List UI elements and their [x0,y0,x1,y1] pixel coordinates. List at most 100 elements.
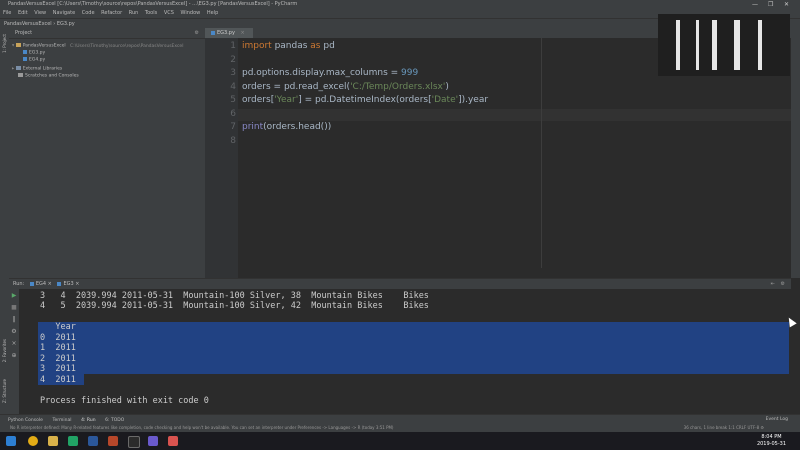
code-token: orders[ [242,95,275,105]
tree-root-path: C:\Users\Timothy\source\repos\PandasVers… [70,43,184,49]
code-token: import [242,41,272,51]
menu-run[interactable]: Run [129,9,139,18]
webcam-overlay [658,14,790,76]
menu-code[interactable]: Code [82,9,95,18]
code-token: pd.options.display.max_columns = [242,68,402,78]
menu-refactor[interactable]: Refactor [101,9,122,18]
console-line: 3 2011 [40,364,76,374]
tree-root-label: PandasVersusExcel [22,43,66,49]
settings-icon[interactable]: ⚙ [11,329,17,335]
code-token: pd [320,41,335,51]
right-margin-guide [541,38,542,268]
menu-view[interactable]: View [34,9,46,18]
windows-taskbar: 8:04 PM 2019-05-31 [0,432,800,450]
close-icon[interactable]: × [11,341,17,347]
current-line-highlight [238,108,791,121]
libraries-icon [15,66,21,70]
selection-highlight [38,342,789,353]
console-line: 2 2011 [40,353,76,364]
clock-time: 8:04 PM [761,434,782,440]
selection-highlight [38,363,789,374]
close-button[interactable]: ✕ [784,0,789,9]
console-line: 1 2011 [40,343,76,353]
favorites-tool-tab[interactable]: 2: Favorites [2,339,7,362]
line-number: 6 [230,108,236,119]
taskbar-clock[interactable]: 8:04 PM 2019-05-31 [757,434,786,448]
powerpoint-icon[interactable] [108,436,118,446]
structure-tool-tab[interactable]: Z: Structure [2,379,7,403]
project-panel: Project ⚙ ▾ PandasVersusExcel C:\Users\T… [9,28,206,278]
code-token: orders = pd.read_excel( [242,81,351,92]
menu-navigate[interactable]: Navigate [53,9,75,18]
line-number-gutter: 1 2 3 4 5 6 7 8 [205,38,239,278]
menu-file[interactable]: File [3,9,11,18]
line-number: 3 [230,68,236,78]
project-tool-tab[interactable]: 1: Project [2,34,7,53]
project-panel-header: Project ⚙ [9,28,205,39]
console-line: Process finished with exit code 0 [40,395,209,406]
tree-file-eg3[interactable]: EG3.py [23,50,45,56]
line-number: 5 [230,95,236,105]
python-file-icon [211,30,215,35]
folder-icon [15,43,21,47]
code-line[interactable]: print(orders.head()) [242,122,331,132]
code-token: as [310,41,321,51]
minimize-button[interactable]: — [752,0,758,9]
cursor-position[interactable]: 36 chars, 1 line break 1:1 CRLF UTF-8 ⚙ [684,424,764,432]
tree-scratches[interactable]: Scratches and Consoles [18,73,79,79]
app-icon[interactable] [168,436,178,446]
file-explorer-icon[interactable] [48,436,58,446]
python-file-icon [23,57,27,61]
pycharm-icon[interactable] [128,436,140,448]
menu-window[interactable]: Window [181,9,201,18]
rerun-icon[interactable]: ▶ [11,293,17,299]
close-tab-icon[interactable]: × [241,30,245,36]
menu-tools[interactable]: Tools [145,9,157,18]
stop-icon[interactable]: ■ [11,305,17,311]
code-line[interactable]: import pandas as pd [242,41,335,51]
project-panel-title[interactable]: Project [15,30,32,36]
pause-icon[interactable]: ‖ [11,317,17,323]
excel-icon[interactable] [68,436,78,446]
python-file-icon [29,281,34,286]
line-number: 8 [230,135,236,146]
chrome-icon[interactable] [28,436,38,446]
python-file-icon [57,281,62,286]
line-number: 4 [230,81,236,92]
code-token: pandas [271,41,311,51]
scratches-icon [18,73,23,77]
tree-root[interactable]: ▾ PandasVersusExcel C:\Users\Timothy\sou… [12,43,183,49]
title-bar: PandasVersusExcel [C:\Users\Timothy\sour… [0,0,800,9]
editor-tab-eg3[interactable]: EG3.py × [205,28,253,38]
window-title: PandasVersusExcel [C:\Users\Timothy\sour… [8,1,298,7]
code-token: ] = pd.DatetimeIndex(orders[ [298,95,432,105]
menu-help[interactable]: Help [207,9,218,18]
python-file-icon [23,50,27,54]
code-token: ]).year [458,95,489,105]
windows-start-icon[interactable] [6,436,16,446]
code-token: print [242,122,264,132]
settings-icon[interactable]: ⚙ [195,28,199,38]
breadcrumb[interactable]: PandasVersusExcel › EG3.py [4,21,75,27]
code-token: 999 [401,68,419,78]
code-token: 'Date' [431,95,459,105]
code-line[interactable]: orders = pd.read_excel('C:/Temp/Orders.x… [242,82,449,92]
code-token: 'Year' [274,95,299,105]
menu-vcs[interactable]: VCS [164,9,174,18]
console-line: 3 4 2039.994 2011-05-31 Mountain-100 Sil… [40,290,429,301]
selection-highlight [38,332,789,343]
console-line: Year [40,322,76,332]
console-line: 4 5 2039.994 2011-05-31 Mountain-100 Sil… [40,301,429,311]
pin-icon[interactable]: ⊕ [11,353,17,359]
maximize-button[interactable]: ❐ [768,0,773,9]
code-line[interactable]: pd.options.display.max_columns = 999 [242,68,418,78]
status-message[interactable]: No R interpreter defined: Many R-related… [10,424,440,432]
tree-external-libraries[interactable]: ▸ External Libraries [12,66,62,72]
code-token: ) [445,81,449,92]
run-console[interactable]: 3 4 2039.994 2011-05-31 Mountain-100 Sil… [20,289,791,414]
visual-studio-icon[interactable] [148,436,158,446]
word-icon[interactable] [88,436,98,446]
menu-edit[interactable]: Edit [18,9,28,18]
tree-file-eg4[interactable]: EG4.py [23,57,45,63]
code-line[interactable]: orders['Year'] = pd.DatetimeIndex(orders… [242,95,488,105]
